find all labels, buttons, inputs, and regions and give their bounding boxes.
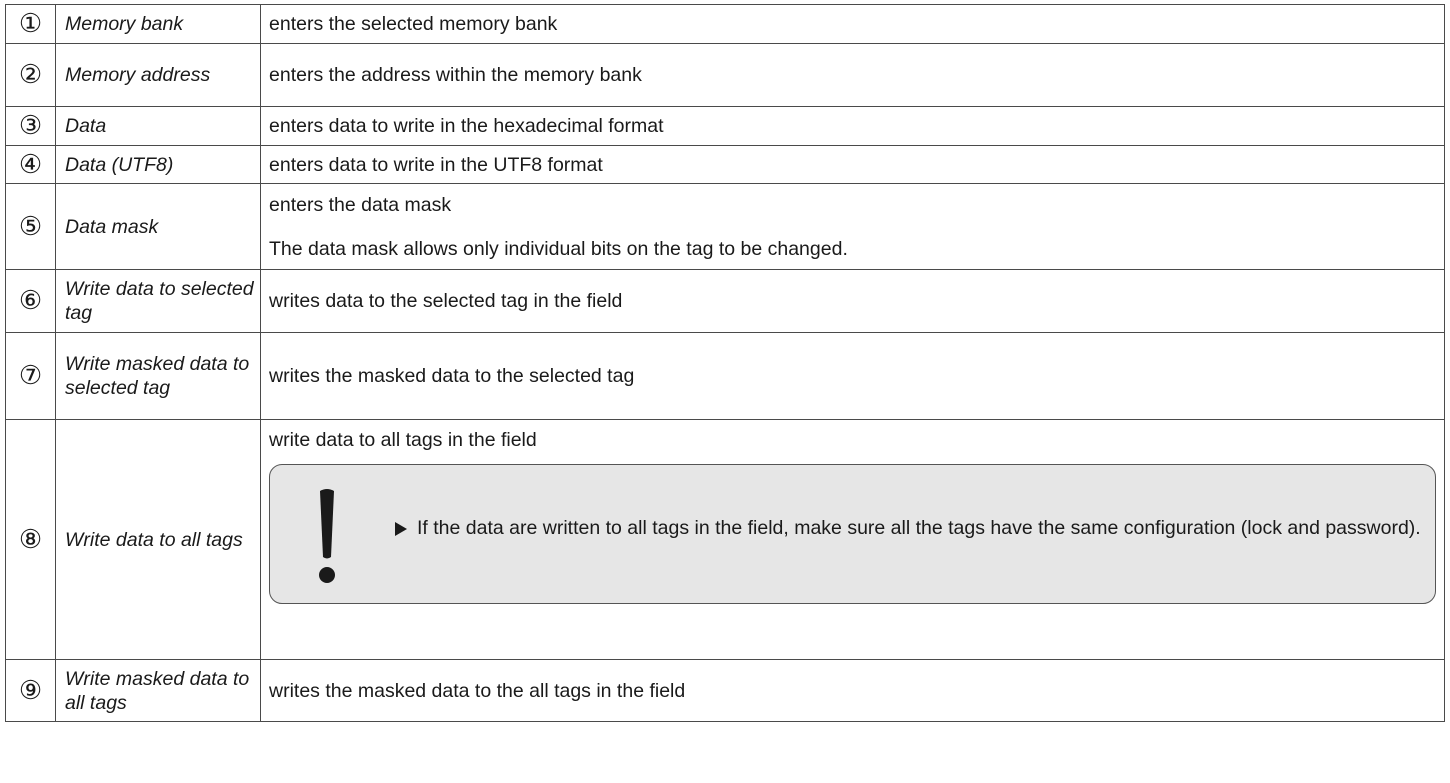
note-box: If the data are written to all tags in t… [269,464,1436,604]
row-number: ② [5,43,56,107]
field-name: Write data to selected tag [55,269,261,333]
bullet-arrow-icon [395,522,407,536]
field-description: writes data to the selected tag in the f… [260,269,1445,333]
field-name: Write data to all tags [55,419,261,660]
field-description: enters the data mask The data mask allow… [260,183,1445,270]
description-line: The data mask allows only individual bit… [269,237,848,260]
field-description: write data to all tags in the field If t… [260,419,1445,660]
table-row: ④ Data (UTF8) enters data to write in th… [5,145,1445,184]
exclamation-icon [319,489,335,583]
description-line: enters the data mask [269,193,452,216]
row-number: ① [5,4,56,44]
field-description: enters the selected memory bank [260,4,1445,44]
field-name: Memory address [55,43,261,107]
note-text: If the data are written to all tags in t… [417,517,1421,539]
table-row: ⑤ Data mask enters the data mask The dat… [5,183,1445,270]
row-number: ③ [5,106,56,146]
table-row: ⑦ Write masked data to selected tag writ… [5,332,1445,420]
table-row: ⑧ Write data to all tags write data to a… [5,419,1445,660]
row-number: ⑦ [5,332,56,420]
table-row: ③ Data enters data to write in the hexad… [5,106,1445,146]
row-number: ⑨ [5,659,56,722]
field-description: enters data to write in the hexadecimal … [260,106,1445,146]
field-description: enters data to write in the UTF8 format [260,145,1445,184]
note-content: If the data are written to all tags in t… [395,515,1421,541]
table-row: ⑥ Write data to selected tag writes data… [5,269,1445,333]
reference-table: ① Memory bank enters the selected memory… [5,4,1445,722]
row-number: ⑤ [5,183,56,270]
row-number: ④ [5,145,56,184]
field-name: Write masked data to selected tag [55,332,261,420]
table-row: ② Memory address enters the address with… [5,43,1445,107]
field-name: Data mask [55,183,261,270]
description-line: write data to all tags in the field [269,429,537,451]
field-name: Data [55,106,261,146]
table-row: ① Memory bank enters the selected memory… [5,4,1445,44]
field-name: Write masked data to all tags [55,659,261,722]
field-name: Memory bank [55,4,261,44]
table-row: ⑨ Write masked data to all tags writes t… [5,659,1445,722]
field-name: Data (UTF8) [55,145,261,184]
field-description: writes the masked data to the all tags i… [260,659,1445,722]
row-number: ⑥ [5,269,56,333]
field-description: writes the masked data to the selected t… [260,332,1445,420]
field-description: enters the address within the memory ban… [260,43,1445,107]
row-number: ⑧ [5,419,56,660]
